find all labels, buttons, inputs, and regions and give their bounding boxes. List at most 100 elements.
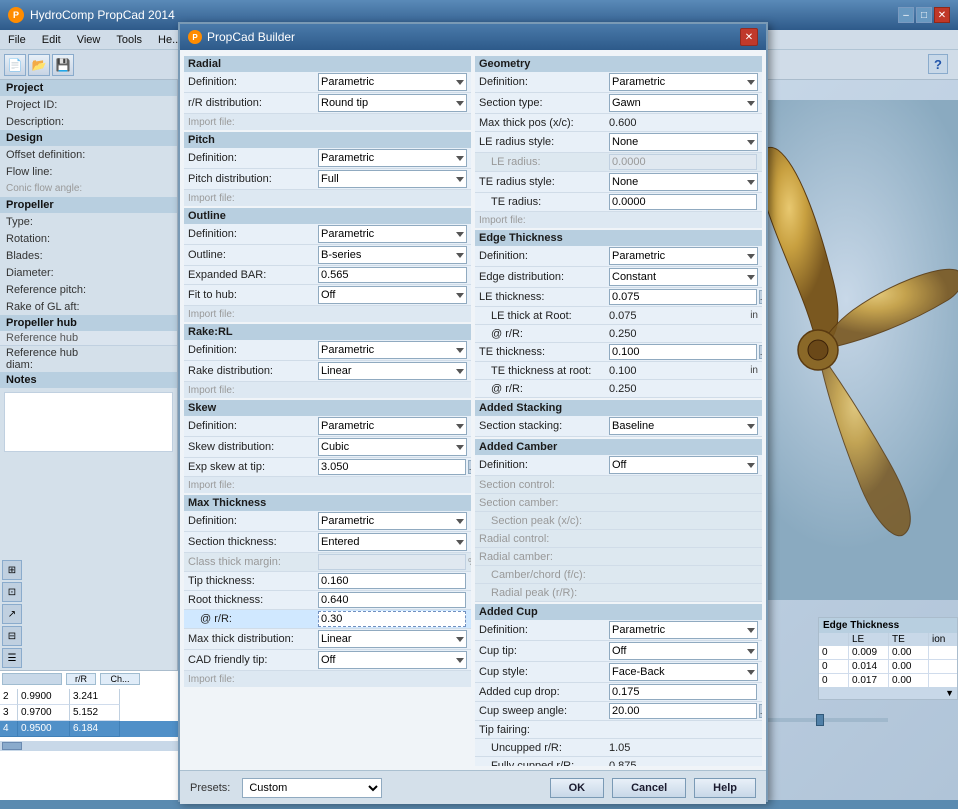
camber-def-label: Definition: [479,459,609,471]
le-radius-style-label: LE radius style: [479,136,609,148]
max-thickness-header: Max Thickness [184,495,471,511]
root-thickness-input[interactable] [318,592,466,608]
skew-dist-select[interactable]: Cubic [318,438,467,456]
outline-select[interactable]: B-series [318,246,467,264]
le-radius-unit: in [757,157,762,168]
side-btn-5[interactable]: ☰ [2,648,22,668]
te-thickness-input[interactable] [609,344,757,360]
table-row[interactable]: 3 0.9700 5.152 [0,705,178,721]
maximize-button[interactable]: □ [916,7,932,23]
outline-def-select[interactable]: Parametric [318,225,467,243]
notes-section-header[interactable]: Notes [0,372,177,388]
cancel-button[interactable]: Cancel [612,778,686,798]
fully-cupped-rr-row: Fully cupped r/R: 0.875 [475,757,762,766]
menu-view[interactable]: View [69,32,109,48]
exp-skew-ellipsis[interactable]: ... [468,460,471,474]
project-section-header[interactable]: Project [0,80,177,96]
side-btn-1[interactable]: ⊞ [2,560,22,580]
le-thickness-input[interactable] [609,289,757,305]
table-row-selected[interactable]: 4 0.9500 6.184 [0,721,178,737]
type-label: Type: [6,216,106,228]
cup-sweep-input[interactable] [609,703,757,719]
camber-def-row: Definition: Off [475,455,762,476]
cup-style-label: Cup style: [479,666,609,678]
scroll-down-arrow[interactable]: ▼ [819,687,957,699]
cup-def-select[interactable]: Parametric [609,621,758,639]
radial-def-select[interactable]: Parametric [318,73,467,91]
presets-select[interactable]: Custom [242,778,382,798]
side-btn-2[interactable]: ⊡ [2,582,22,602]
rake-dist-select[interactable]: Linear [318,362,467,380]
edge-def-select[interactable]: Parametric [609,247,758,265]
section-type-select[interactable]: Gawn [609,94,758,112]
geo-def-select[interactable]: Parametric [609,73,758,91]
fit-to-hub-label: Fit to hub: [188,289,318,301]
help-question-icon[interactable]: ? [928,54,948,74]
expanded-bar-row: Expanded BAR: [184,266,471,285]
tip-thickness-input[interactable] [318,573,466,589]
cup-style-select[interactable]: Face-Back [609,663,758,681]
side-btn-4[interactable]: ⊟ [2,626,22,646]
camber-def-select[interactable]: Off [609,456,758,474]
te-thickness-ellipsis[interactable]: ... [759,345,762,359]
help-button[interactable]: Help [694,778,756,798]
rake-import-label: Import file: [188,385,235,396]
edge-row-2: 0 0.014 0.00 [819,660,957,674]
close-button[interactable]: ✕ [934,7,950,23]
minimize-button[interactable]: – [898,7,914,23]
cad-friendly-row: CAD friendly tip: Off [184,650,471,671]
edge-at-rr-label: @ r/R: [479,328,609,340]
le-thickness-ellipsis[interactable]: ... [759,290,762,304]
ok-button[interactable]: OK [550,778,605,798]
te-radius-input[interactable] [609,194,757,210]
toolbar-save[interactable]: 💾 [52,54,74,76]
pitch-dist-select[interactable]: Full [318,170,467,188]
le-radius-style-select[interactable]: None [609,133,758,151]
cad-friendly-select[interactable]: Off [318,651,467,669]
pitch-definition-row: Definition: Parametric [184,148,471,169]
max-thick-dist-select[interactable]: Linear [318,630,467,648]
notes-text-area[interactable] [4,392,173,452]
slider-thumb[interactable] [816,714,824,726]
tip-thickness-label: Tip thickness: [188,575,318,587]
pitch-def-select[interactable]: Parametric [318,149,467,167]
menu-tools[interactable]: Tools [108,32,150,48]
menu-edit[interactable]: Edit [34,32,69,48]
max-thick-dist-row: Max thick distribution: Linear [184,629,471,650]
blades-row: Blades: [0,247,177,264]
section-camber-row: Section camber: [475,494,762,512]
dialog-close-button[interactable]: ✕ [740,28,758,46]
rake-rl-def-label: Definition: [188,344,318,356]
prop-hub-section-header[interactable]: Propeller hub [0,315,177,331]
rr-dist-select[interactable]: Round tip [318,94,467,112]
section-thickness-select[interactable]: Entered [318,533,467,551]
propeller-section-header[interactable]: Propeller [0,197,177,213]
expanded-bar-input[interactable] [318,267,467,283]
dialog-left-column: Radial Definition: Parametric r/R distri… [184,54,471,766]
toolbar-open[interactable]: 📂 [28,54,50,76]
skew-def-select[interactable]: Parametric [318,417,467,435]
cup-drop-input[interactable] [609,684,757,700]
max-thick-def-select[interactable]: Parametric [318,512,467,530]
skew-import-label: Import file: [188,480,235,491]
class-thick-unit: % [466,557,471,568]
design-section-header[interactable]: Design [0,130,177,146]
cup-sweep-ellipsis[interactable]: ... [759,704,762,718]
rake-rl-def-select[interactable]: Parametric [318,341,467,359]
radial-definition-row: Definition: Parametric [184,72,471,93]
at-rr-input[interactable] [318,611,466,627]
te-radius-style-row: TE radius style: None [475,172,762,193]
exp-skew-input[interactable] [318,459,466,475]
side-btn-3[interactable]: ↗ [2,604,22,624]
exp-skew-label: Exp skew at tip: [188,461,318,473]
menu-file[interactable]: File [0,32,34,48]
cup-tip-select[interactable]: Off [609,642,758,660]
te-radius-style-select[interactable]: None [609,173,758,191]
outline-header: Outline [184,208,471,224]
table-row[interactable]: 2 0.9900 3.241 [0,689,178,705]
toolbar-new[interactable]: 📄 [4,54,26,76]
rake-rl-header: Rake:RL [184,324,471,340]
edge-dist-select[interactable]: Constant [609,268,758,286]
section-stacking-select[interactable]: Baseline [609,417,758,435]
fit-to-hub-select[interactable]: Off [318,286,467,304]
